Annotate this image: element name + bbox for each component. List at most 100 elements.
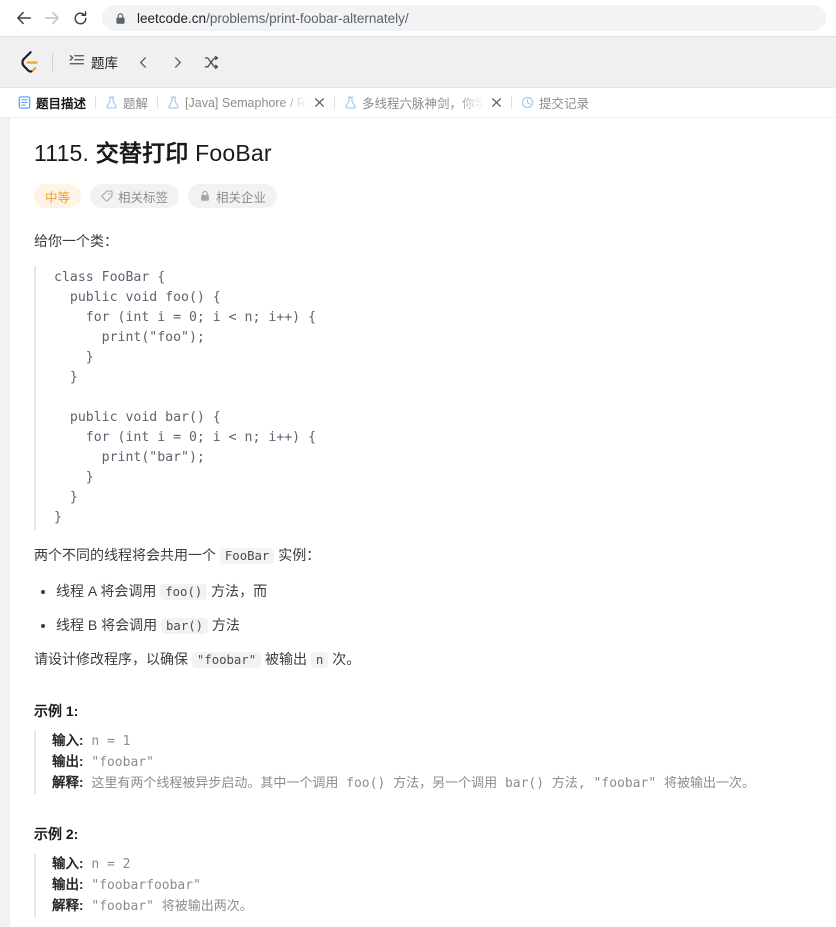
related-tags-button[interactable]: 相关标签 (90, 184, 180, 208)
example-1-title: 示例 1: (34, 703, 79, 720)
flask-icon (344, 96, 357, 109)
bullet-pre: 线程 A 将会调用 (56, 583, 161, 600)
tab-label: 多线程六脉神剑，你学废 (362, 97, 484, 111)
input-value: n = 2 (83, 857, 131, 873)
description-icon (18, 96, 31, 109)
next-problem-button[interactable] (164, 49, 190, 75)
tag-icon (101, 190, 113, 202)
example-input-line: 输入: n = 1 (52, 731, 814, 752)
lock-icon (114, 12, 127, 25)
tab-divider (157, 96, 159, 109)
header-divider (52, 53, 53, 71)
goal-mid: 被输出 (261, 651, 311, 668)
example-input-line: 输入: n = 2 (52, 854, 814, 875)
random-problem-button[interactable] (198, 49, 224, 75)
leetcode-logo[interactable] (18, 50, 40, 74)
related-companies-button[interactable]: 相关企业 (188, 184, 278, 208)
tab-label: 题目描述 (36, 97, 87, 111)
tab-divider (334, 96, 336, 109)
goal-pre: 请设计修改程序，以确保 (34, 651, 192, 668)
problem-code-block: class FooBar { public void foo() { for (… (34, 266, 814, 531)
problem-title-cjk: 交替打印 (95, 140, 189, 166)
tab-label: [Java] Semaphore / Reen (185, 95, 307, 110)
shared-pre: 两个不同的线程将会共用一个 (34, 547, 220, 564)
shared-instance-text: 两个不同的线程将会共用一个 FooBar 实例： (34, 544, 814, 567)
example-output-line: 输出: "foobarfoobar" (52, 875, 814, 896)
goal-post: 次。 (328, 651, 361, 668)
goal-text: 请设计修改程序，以确保 "foobar" 被输出 n 次。 (34, 648, 814, 671)
close-icon[interactable] (313, 97, 325, 109)
output-label: 输出: (52, 877, 84, 893)
difficulty-label: 中等 (45, 190, 71, 205)
back-button[interactable] (10, 4, 38, 32)
problem-content: 1115. 交替打印 FooBar 中等 相关标签 相关企业 给你一个类： cl… (10, 118, 836, 927)
example-1-block: 输入: n = 1 输出: "foobar" 解释: 这里有两个线程被异步启动。… (34, 731, 814, 795)
chevron-left-icon (139, 56, 146, 68)
input-label: 输入: (52, 856, 84, 872)
input-value: n = 1 (83, 734, 131, 750)
list-icon (69, 52, 85, 73)
tab-solution-multithread[interactable]: 多线程六脉神剑，你学废 (344, 92, 502, 114)
example-explanation-line: 解释: "foobar" 将被输出两次。 (52, 896, 814, 917)
shared-post: 实例： (274, 547, 321, 564)
explanation-value: 这里有两个线程被异步启动。其中一个调用 foo() 方法，另一个调用 bar()… (83, 776, 755, 792)
tab-solution-java-semaphore[interactable]: [Java] Semaphore / Reen (167, 92, 325, 114)
left-rail (0, 118, 10, 927)
close-icon[interactable] (490, 97, 502, 109)
back-arrow-icon (17, 11, 32, 25)
input-label: 输入: (52, 733, 84, 749)
tab-solutions[interactable]: 题解 (105, 92, 148, 114)
related-companies-label: 相关企业 (216, 190, 267, 205)
list-item: 线程 A 将会调用 foo() 方法，而 (56, 581, 814, 603)
url-host: leetcode.cn (137, 10, 207, 26)
problem-number: 1115. (34, 140, 96, 166)
related-tags-label: 相关标签 (118, 190, 169, 205)
tab-description[interactable]: 题目描述 (18, 92, 86, 114)
inline-code: FooBar (219, 548, 275, 565)
inline-code: bar() (161, 617, 209, 634)
explanation-label: 解释: (52, 898, 84, 914)
explanation-value: "foobar" 将被输出两次。 (83, 899, 253, 915)
inline-code: foo() (160, 584, 208, 601)
flask-icon (167, 96, 180, 109)
problemset-label: 题库 (91, 56, 118, 71)
tab-submissions[interactable]: 提交记录 (521, 92, 589, 114)
prev-problem-button[interactable] (130, 49, 156, 75)
badge-row: 中等 相关标签 相关企业 (34, 184, 814, 208)
chevron-right-icon (174, 56, 181, 68)
example-output-line: 输出: "foobar" (52, 752, 814, 773)
explanation-label: 解释: (52, 775, 84, 791)
bullet-pre: 线程 B 将会调用 (56, 616, 162, 633)
tab-label: 提交记录 (539, 97, 590, 111)
list-item: 线程 B 将会调用 bar() 方法 (56, 615, 814, 637)
reload-button[interactable] (66, 4, 94, 32)
tab-strip: 题目描述 题解 [Java] Semaphore / Reen (0, 88, 836, 118)
inline-code: "foobar" (191, 652, 262, 669)
shuffle-icon (204, 55, 218, 69)
example-2-block: 输入: n = 2 输出: "foobarfoobar" 解释: "foobar… (34, 854, 814, 918)
output-value: "foobar" (83, 755, 154, 771)
tab-label: 题解 (123, 97, 149, 111)
status-badge[interactable]: 中等 (34, 184, 82, 208)
problemset-button[interactable]: 题库 (65, 49, 122, 75)
address-bar[interactable]: leetcode.cn/problems/print-foobar-altern… (102, 5, 826, 31)
output-value: "foobarfoobar" (83, 878, 201, 894)
building-icon (199, 190, 211, 202)
browser-toolbar: leetcode.cn/problems/print-foobar-altern… (0, 0, 836, 36)
tab-divider (511, 96, 513, 109)
content-wrapper: 1115. 交替打印 FooBar 中等 相关标签 相关企业 给你一个类： cl… (0, 118, 836, 927)
leetcode-header: 题库 (0, 36, 836, 88)
bullet-post: 方法 (208, 616, 240, 633)
flask-icon (105, 96, 118, 109)
reload-icon (74, 10, 86, 24)
problem-title-latin: FooBar (188, 140, 272, 166)
inline-code: n (310, 652, 329, 669)
output-label: 输出: (52, 754, 84, 770)
url-path: /problems/print-foobar-alternately/ (206, 10, 409, 26)
clock-icon (521, 96, 534, 109)
forward-button[interactable] (38, 4, 66, 32)
forward-arrow-icon (44, 11, 59, 25)
bullet-post: 方法，而 (207, 583, 268, 600)
thread-bullet-list: 线程 A 将会调用 foo() 方法，而 线程 B 将会调用 bar() 方法 (34, 581, 814, 636)
url-text: leetcode.cn/problems/print-foobar-altern… (137, 11, 409, 26)
